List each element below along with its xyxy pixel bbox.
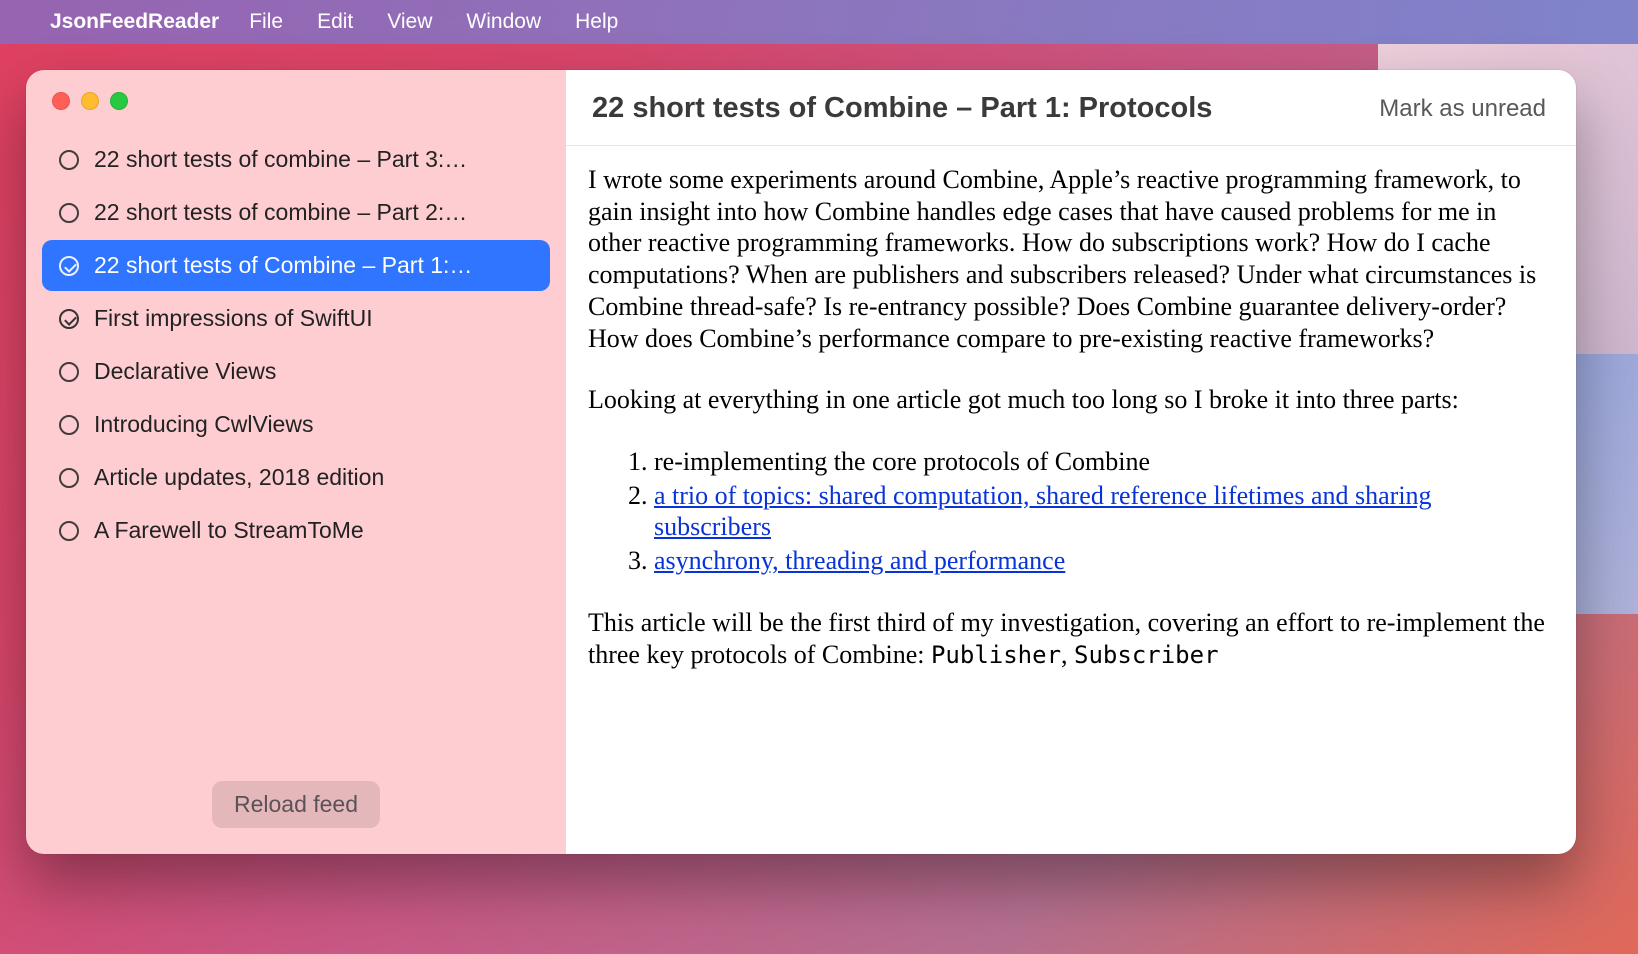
macos-menubar: JsonFeedReader File Edit View Window Hel… — [0, 0, 1638, 44]
feed-item[interactable]: 22 short tests of combine – Part 2:… — [42, 187, 550, 238]
menu-view[interactable]: View — [387, 10, 432, 34]
article-link[interactable]: a trio of topics: shared computation, sh… — [654, 481, 1432, 542]
read-check-icon — [58, 255, 80, 277]
feed-item[interactable]: Introducing CwlViews — [42, 399, 550, 450]
article-paragraph: I wrote some experiments around Combine,… — [588, 164, 1554, 354]
menubar-app-name[interactable]: JsonFeedReader — [50, 10, 219, 34]
unread-circle-icon — [58, 361, 80, 383]
menu-window[interactable]: Window — [466, 10, 541, 34]
feed-item-label: 22 short tests of Combine – Part 1:… — [94, 252, 472, 279]
feed-item-label: Article updates, 2018 edition — [94, 464, 384, 491]
feed-item-label: A Farewell to StreamToMe — [94, 517, 364, 544]
list-item: asynchrony, threading and performance — [654, 545, 1554, 577]
unread-circle-icon — [58, 202, 80, 224]
feed-item-label: Declarative Views — [94, 358, 276, 385]
feed-item-selected[interactable]: 22 short tests of Combine – Part 1:… — [42, 240, 550, 291]
reload-feed-button[interactable]: Reload feed — [212, 781, 380, 828]
feed-item[interactable]: First impressions of SwiftUI — [42, 293, 550, 344]
app-window: 22 short tests of combine – Part 3:… 22 … — [26, 70, 1576, 854]
feed-item[interactable]: A Farewell to StreamToMe — [42, 505, 550, 556]
close-window-button[interactable] — [52, 92, 70, 110]
feed-item-label: Introducing CwlViews — [94, 411, 313, 438]
content-pane: 22 short tests of Combine – Part 1: Prot… — [566, 70, 1576, 854]
sidebar: 22 short tests of combine – Part 3:… 22 … — [26, 70, 566, 854]
feed-list: 22 short tests of combine – Part 3:… 22 … — [26, 126, 566, 781]
minimize-window-button[interactable] — [81, 92, 99, 110]
sidebar-footer: Reload feed — [26, 781, 566, 854]
menu-edit[interactable]: Edit — [317, 10, 353, 34]
unread-circle-icon — [58, 149, 80, 171]
mark-as-unread-button[interactable]: Mark as unread — [1379, 95, 1546, 123]
list-item: a trio of topics: shared computation, sh… — [654, 480, 1554, 543]
read-check-icon — [58, 308, 80, 330]
feed-item[interactable]: Article updates, 2018 edition — [42, 452, 550, 503]
unread-circle-icon — [58, 467, 80, 489]
content-header: 22 short tests of Combine – Part 1: Prot… — [566, 70, 1576, 146]
menu-help[interactable]: Help — [575, 10, 618, 34]
feed-item-label: 22 short tests of combine – Part 3:… — [94, 146, 467, 173]
menu-file[interactable]: File — [249, 10, 283, 34]
article-ordered-list: re-implementing the core protocols of Co… — [636, 446, 1554, 577]
list-item: re-implementing the core protocols of Co… — [654, 446, 1554, 478]
feed-item-label: 22 short tests of combine – Part 2:… — [94, 199, 467, 226]
article-body: I wrote some experiments around Combine,… — [566, 146, 1576, 722]
feed-item[interactable]: 22 short tests of combine – Part 3:… — [42, 134, 550, 185]
window-controls — [26, 70, 566, 126]
code-publisher: Publisher — [931, 641, 1061, 669]
article-title: 22 short tests of Combine – Part 1: Prot… — [592, 92, 1212, 125]
feed-item-label: First impressions of SwiftUI — [94, 305, 373, 332]
zoom-window-button[interactable] — [110, 92, 128, 110]
article-link[interactable]: asynchrony, threading and performance — [654, 546, 1065, 575]
article-paragraph: Looking at everything in one article got… — [588, 384, 1554, 416]
unread-circle-icon — [58, 520, 80, 542]
feed-item[interactable]: Declarative Views — [42, 346, 550, 397]
code-subscriber: Subscriber — [1074, 641, 1219, 669]
article-paragraph: This article will be the first third of … — [588, 607, 1554, 670]
unread-circle-icon — [58, 414, 80, 436]
article-text: , — [1061, 640, 1074, 669]
list-item-text: re-implementing the core protocols of Co… — [654, 447, 1150, 476]
